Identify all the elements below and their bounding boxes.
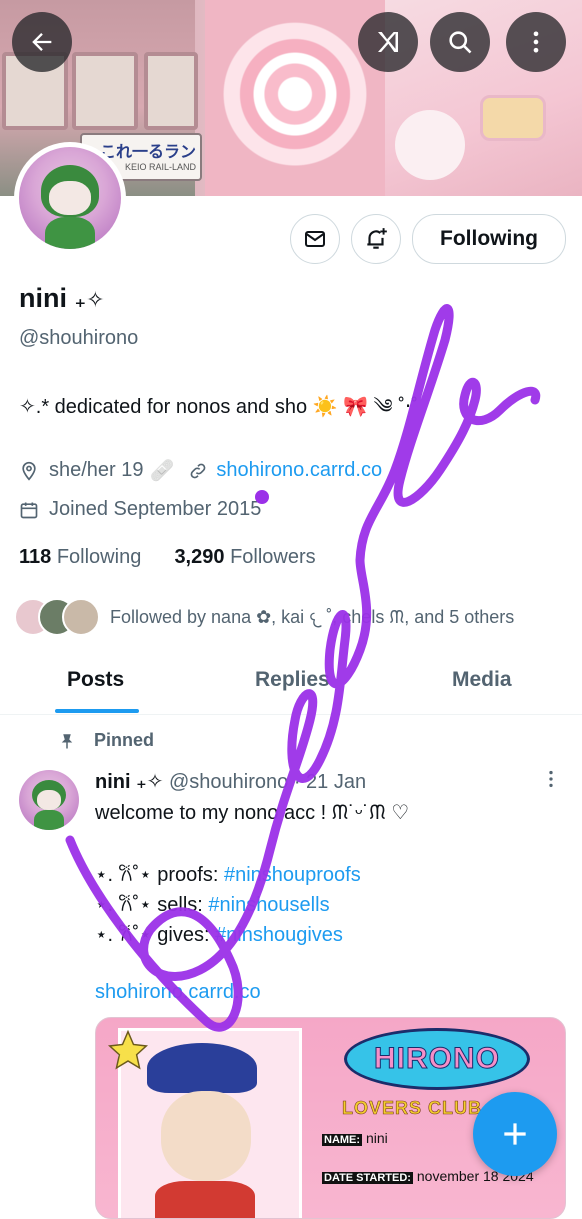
mail-icon bbox=[305, 231, 325, 247]
grok-icon bbox=[378, 32, 398, 52]
hashtag-link[interactable]: #ninshousells bbox=[208, 894, 329, 916]
card-subtitle: LOVERS CLUB bbox=[342, 1098, 483, 1119]
star-icon bbox=[107, 1029, 149, 1070]
joined-text: Joined September 2015 bbox=[49, 498, 262, 520]
display-name: nini ₊✧ bbox=[19, 283, 105, 314]
arrow-left-icon bbox=[32, 33, 52, 51]
post-author[interactable]: nini ₊✧ bbox=[95, 771, 163, 793]
list-prefix: ⋆. 𐙚˚⋆ bbox=[95, 924, 152, 946]
list-prefix: ⋆. 𐙚˚⋆ bbox=[95, 864, 152, 886]
more-options-button[interactable] bbox=[506, 12, 566, 72]
follower-avatar bbox=[62, 598, 100, 636]
calendar-icon bbox=[20, 502, 38, 518]
link-icon bbox=[191, 463, 206, 478]
post-text-line: welcome to my nono acc ! ᙏ˙ᵕ˙ᙏ ♡ bbox=[95, 802, 410, 824]
compose-button[interactable] bbox=[473, 1092, 557, 1176]
following-stat[interactable]: 118 Following bbox=[19, 546, 141, 568]
train-window bbox=[144, 52, 198, 130]
profile-meta-row: she/her 19 🩹 shohirono.carrd.co bbox=[19, 458, 382, 483]
back-button[interactable] bbox=[12, 12, 72, 72]
pinned-label: Pinned bbox=[58, 730, 154, 751]
followers-label: Followers bbox=[230, 546, 316, 568]
card-name-label: NAME: bbox=[322, 1134, 363, 1146]
profile-link[interactable]: shohirono.carrd.co bbox=[216, 459, 382, 482]
bio-text: ✧.* dedicated for nonos and sho ☀️ 🎀 ༄ ˚… bbox=[19, 396, 418, 418]
tab-media[interactable]: Media bbox=[452, 668, 512, 692]
card-name-value: nini bbox=[365, 1130, 388, 1146]
follow-stats: 118 Following 3,290 Followers bbox=[19, 546, 316, 569]
bell-plus-icon bbox=[367, 228, 387, 249]
user-handle: @shouhirono bbox=[19, 327, 139, 349]
profile-tabs: Posts Replies Media bbox=[0, 650, 582, 715]
location-pin-icon bbox=[22, 461, 36, 481]
card-date-label: DATE STARTED: bbox=[322, 1172, 413, 1184]
followed-by-row[interactable]: Followed by nana ✿, kai 𐔌 ˚, chels ᙏ, an… bbox=[14, 598, 514, 636]
list-label: sells: bbox=[157, 894, 209, 916]
post-more-button[interactable] bbox=[540, 768, 562, 796]
display-name-suffix: ₊✧ bbox=[74, 287, 105, 312]
post-handle: @shouhirono bbox=[168, 771, 289, 793]
pronouns-emoji: 🩹 bbox=[149, 460, 175, 482]
list-prefix: ⋆. 𐙚˚⋆ bbox=[95, 894, 152, 916]
hashtag-link[interactable]: #ninshougives bbox=[215, 924, 343, 946]
message-button[interactable] bbox=[290, 214, 340, 264]
pronouns-text: she/her 19 bbox=[49, 459, 144, 481]
search-button[interactable] bbox=[430, 12, 490, 72]
card-title-badge: HIRONO bbox=[344, 1028, 530, 1090]
train-window bbox=[72, 52, 138, 130]
post-link[interactable]: shohirono.carrd.co bbox=[95, 981, 261, 1004]
list-label: proofs: bbox=[157, 864, 224, 886]
profile-avatar[interactable] bbox=[14, 142, 126, 254]
more-vertical-icon bbox=[549, 770, 553, 788]
joined-row: Joined September 2015 bbox=[19, 498, 261, 521]
post-list-item: ⋆. 𐙚˚⋆ sells: #ninshousells bbox=[95, 890, 330, 917]
notifications-button[interactable] bbox=[351, 214, 401, 264]
followers-stat[interactable]: 3,290 Followers bbox=[174, 546, 315, 568]
pinned-text: Pinned bbox=[94, 730, 155, 750]
more-vertical-icon bbox=[533, 31, 539, 53]
followed-by-text: Followed by nana ✿, kai 𐔌 ˚, chels ᙏ, an… bbox=[110, 606, 515, 627]
following-button[interactable]: Following bbox=[412, 214, 566, 264]
card-title: HIRONO bbox=[374, 1042, 500, 1076]
hashtag-link[interactable]: #ninshouproofs bbox=[224, 864, 361, 886]
post-date: · 21 Jan bbox=[293, 771, 367, 793]
grok-button[interactable] bbox=[358, 12, 418, 72]
list-label: gives: bbox=[157, 924, 216, 946]
pin-icon bbox=[61, 733, 73, 748]
avatar-image bbox=[19, 147, 121, 249]
post-avatar[interactable] bbox=[19, 770, 79, 830]
post-list-item: ⋆. 𐙚˚⋆ gives: #ninshougives bbox=[95, 920, 343, 947]
following-count: 118 bbox=[19, 546, 52, 568]
post-list-item: ⋆. 𐙚˚⋆ proofs: #ninshouproofs bbox=[95, 860, 361, 887]
followers-count: 3,290 bbox=[174, 546, 225, 568]
display-name-text: nini bbox=[19, 283, 67, 313]
tab-replies[interactable]: Replies bbox=[255, 668, 330, 692]
tab-posts[interactable]: Posts bbox=[67, 668, 124, 692]
banner-heart-image bbox=[205, 0, 385, 196]
following-label: Following bbox=[56, 546, 142, 568]
card-name-row: NAME: nini bbox=[322, 1130, 388, 1146]
active-tab-indicator bbox=[55, 709, 139, 713]
post-header: nini ₊✧ @shouhirono · 21 Jan bbox=[95, 769, 366, 794]
plus-icon bbox=[504, 1123, 526, 1145]
search-icon bbox=[449, 31, 472, 54]
